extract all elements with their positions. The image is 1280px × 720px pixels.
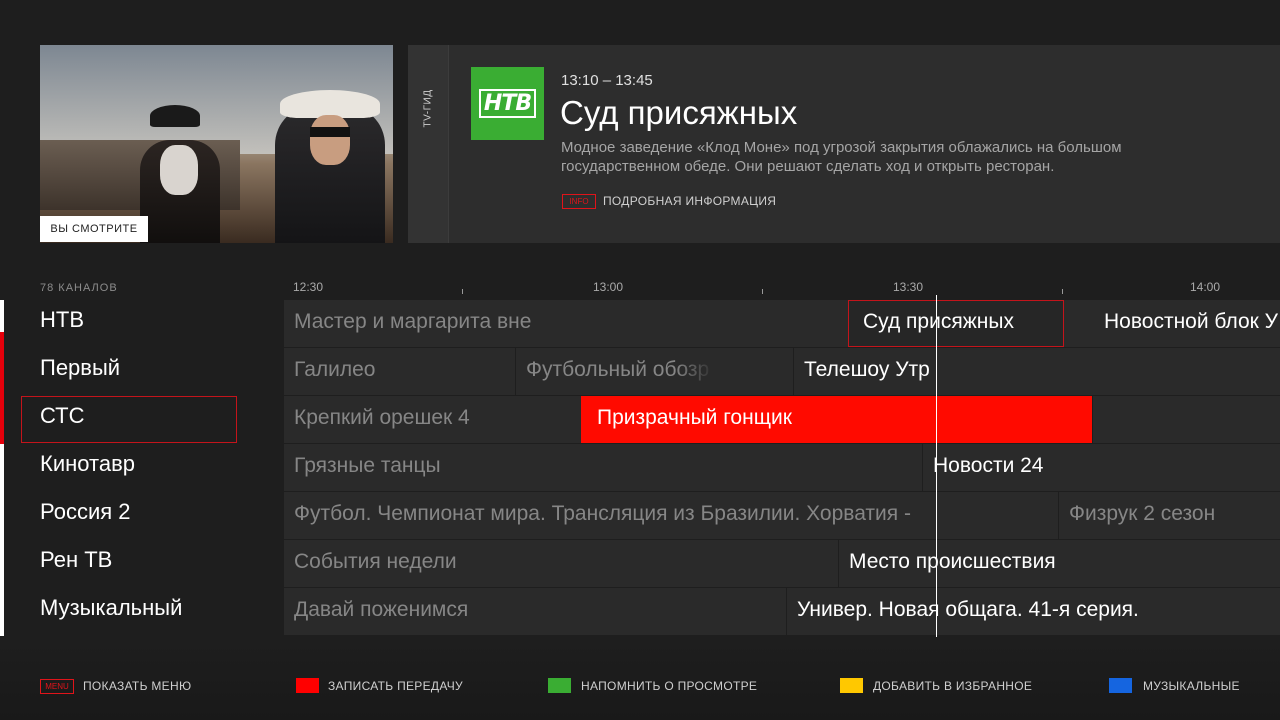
program-row: Давай поженимся Универ. Новая общага. 41… — [284, 588, 1280, 635]
program-cell[interactable]: События недели — [284, 540, 838, 587]
program-description: Модное заведение «Клод Моне» под угрозой… — [561, 139, 1122, 175]
program-cell[interactable]: Футбольный обозр — [515, 348, 715, 395]
timeline-tick — [1062, 289, 1063, 294]
program-row: События недели Место происшествия — [284, 540, 1280, 587]
timeline-label: 14:00 — [1190, 280, 1221, 294]
channel-logo: НТВ — [471, 67, 544, 140]
tv-guide-tab-label: TV-ГИД — [422, 89, 434, 128]
program-title: Суд присяжных — [560, 94, 798, 131]
remind-hint[interactable]: НАПОМНИТЬ О ПРОСМОТРЕ — [581, 679, 757, 694]
menu-key-badge: MENU — [40, 679, 74, 694]
program-cell[interactable]: Новости 24 — [922, 444, 1280, 491]
channel-item[interactable]: Россия 2 — [40, 490, 131, 538]
channel-item[interactable]: Музыкальный — [40, 586, 182, 634]
program-cell[interactable]: Универ. Новая общага. 41-я серия. — [786, 588, 1280, 635]
channel-item[interactable]: Кинотавр — [40, 442, 135, 490]
channel-item[interactable]: НТВ — [40, 298, 84, 346]
program-row: Крепкий орешек 4 Призрачный гонщик — [284, 396, 1280, 443]
record-hint[interactable]: ЗАПИСАТЬ ПЕРЕДАЧУ — [328, 679, 463, 694]
channel-item[interactable]: Рен ТВ — [40, 538, 112, 586]
scroll-indicator-thumb[interactable] — [0, 332, 4, 444]
program-row: Футбол. Чемпионат мира. Трансляция из Бр… — [284, 492, 1280, 539]
program-cell[interactable]: Футбол. Чемпионат мира. Трансляция из Бр… — [284, 492, 1058, 539]
show-menu-hint[interactable]: ПОКАЗАТЬ МЕНЮ — [83, 679, 191, 694]
green-key-icon — [548, 678, 571, 693]
timeline-label: 12:30 — [293, 280, 324, 294]
preview-bird — [150, 105, 200, 127]
music-channels-hint[interactable]: МУЗЫКАЛЬНЫЕ — [1143, 679, 1240, 694]
info-key-badge: INFO — [562, 194, 596, 209]
channel-logo-text: НТВ — [478, 89, 537, 118]
program-cell[interactable]: Мастер и маргарита вне — [284, 300, 848, 347]
tv-guide-tab[interactable]: TV-ГИД — [408, 45, 449, 243]
timeline-label: 13:00 — [593, 280, 624, 294]
program-cell[interactable]: Грязные танцы — [284, 444, 922, 491]
program-info-panel: TV-ГИД НТВ 13:10 – 13:45 Суд присяжных М… — [408, 45, 1280, 243]
timeline-label: 13:30 — [893, 280, 924, 294]
program-cell[interactable]: Физрук 2 сезон — [1058, 492, 1280, 539]
yellow-key-icon — [840, 678, 863, 693]
preview-hat — [280, 90, 380, 118]
preview-mask — [310, 127, 350, 137]
program-time-range: 13:10 – 13:45 — [561, 72, 653, 89]
blue-key-icon — [1109, 678, 1132, 693]
program-row: Грязные танцы Новости 24 — [284, 444, 1280, 491]
now-watching-label: ВЫ СМОТРИТЕ — [40, 216, 148, 242]
program-cell[interactable] — [1092, 396, 1280, 443]
program-row: Галилео Футбольный обозр Телешоу Утр — [284, 348, 1280, 395]
program-cell[interactable]: Крепкий орешек 4 — [284, 396, 581, 443]
channel-item-selected[interactable]: СТС — [40, 394, 84, 442]
preview-face-right — [310, 115, 350, 165]
program-cell-highlighted[interactable]: Призрачный гонщик — [581, 396, 1092, 443]
program-cell[interactable]: Галилео — [284, 348, 515, 395]
program-cell[interactable]: Новостной блок У — [1094, 300, 1280, 347]
program-cell[interactable]: Давай поженимся — [284, 588, 786, 635]
add-favorite-hint[interactable]: ДОБАВИТЬ В ИЗБРАННОЕ — [873, 679, 1032, 694]
program-cell[interactable]: Телешоу Утр — [793, 348, 943, 395]
current-time-indicator — [936, 295, 937, 637]
program-cell[interactable]: Место происшествия — [838, 540, 1280, 587]
program-grid: Мастер и маргарита вне Суд присяжных Нов… — [284, 300, 1280, 636]
details-link[interactable]: ПОДРОБНАЯ ИНФОРМАЦИЯ — [603, 194, 776, 209]
channel-item[interactable]: Первый — [40, 346, 120, 394]
preview-face-left — [160, 145, 198, 195]
program-cell-focused[interactable]: Суд присяжных — [848, 300, 1064, 347]
channels-count: 78 КАНАЛОВ — [40, 282, 118, 294]
timeline-tick — [762, 289, 763, 294]
red-key-icon — [296, 678, 319, 693]
program-row: Мастер и маргарита вне Суд присяжных Нов… — [284, 300, 1280, 347]
timeline-tick — [462, 289, 463, 294]
now-watching-preview[interactable] — [40, 45, 393, 243]
